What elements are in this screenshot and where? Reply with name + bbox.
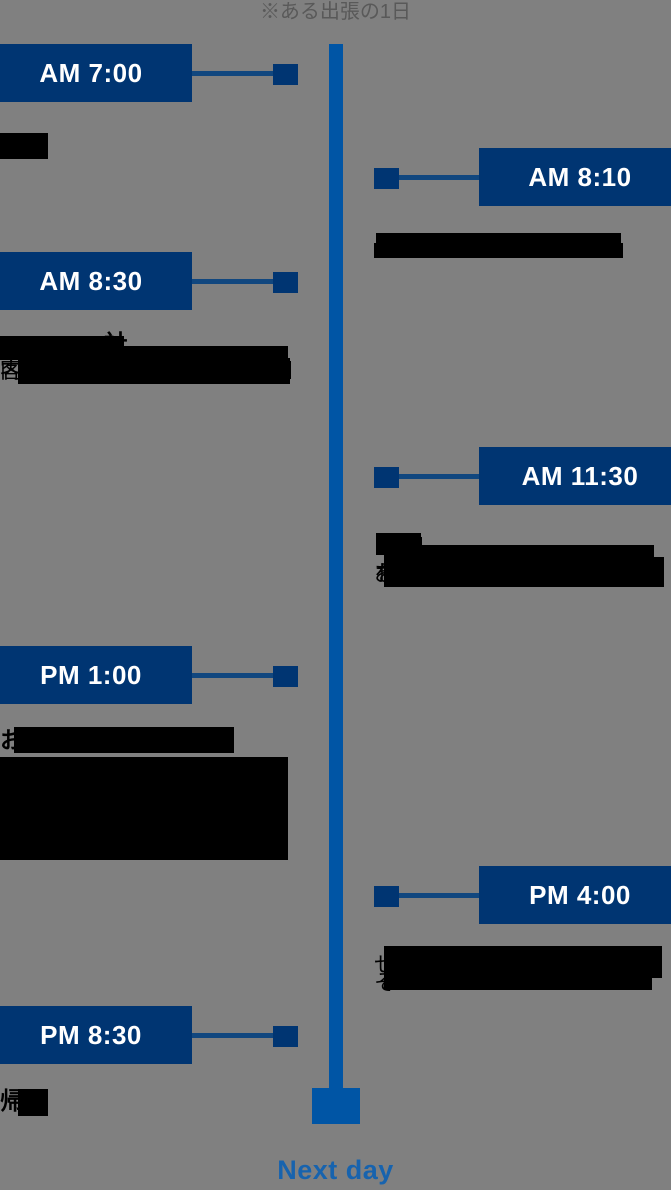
- time-label: PM 8:30: [0, 1006, 192, 1064]
- connector-line: [393, 474, 479, 479]
- timeline-spine: [329, 44, 343, 1107]
- redaction-bar: [0, 757, 288, 860]
- connector-line: [192, 673, 278, 678]
- redaction-bar: [14, 727, 234, 753]
- time-label: AM 7:00: [0, 44, 192, 102]
- connector-line: [192, 71, 278, 76]
- time-label: PM 1:00: [0, 646, 192, 704]
- redaction-bar: [384, 545, 654, 581]
- connector-line: [393, 175, 479, 180]
- connector-node: [374, 467, 399, 488]
- next-day-label: Next day: [277, 1155, 394, 1185]
- redaction-bar: [205, 731, 227, 751]
- page-title: ※ある出張の1日: [259, 1, 412, 23]
- connector-node: [374, 168, 399, 189]
- connector-line: [192, 279, 278, 284]
- connector-line: [192, 1033, 278, 1038]
- redaction-bar: [18, 346, 288, 380]
- event-body-am-830: 社 社 客 客 内 内: [0, 331, 300, 384]
- connector-node: [273, 1026, 298, 1047]
- connector-node: [273, 64, 298, 85]
- event-body-pm-400: せ せ そ そ: [374, 946, 664, 995]
- time-label: AM 8:10: [479, 148, 671, 206]
- connector-line: [393, 893, 479, 898]
- redaction-bar: [374, 243, 623, 258]
- time-label: PM 4:00: [479, 866, 671, 924]
- connector-node: [374, 886, 399, 907]
- timeline-infographic: ※ある出張の1日 Next day AM 7:00 AM 8:10 AM 8:3…: [0, 0, 671, 1190]
- time-label: AM 8:30: [0, 252, 192, 310]
- connector-node: [273, 272, 298, 293]
- connector-node: [273, 666, 298, 687]
- event-body-am-1130: お お を を: [374, 531, 664, 587]
- redaction-bar: [18, 1089, 48, 1116]
- event-body-pm-100: お お: [0, 727, 300, 860]
- redaction-bar: [0, 133, 48, 159]
- time-label: AM 11:30: [479, 447, 671, 505]
- timeline-end-marker: [312, 1088, 360, 1124]
- redaction-bar: [384, 954, 652, 990]
